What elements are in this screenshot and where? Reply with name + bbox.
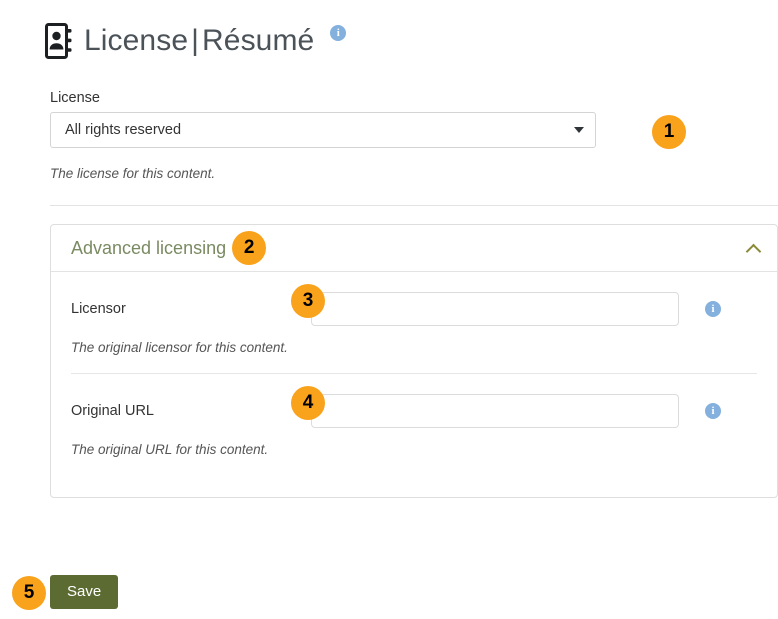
license-select-wrapper: All rights reserved <box>50 112 596 148</box>
original-url-info-icon[interactable]: i <box>705 403 721 419</box>
page-header: License|Résumé i <box>44 2 346 80</box>
step-badge-2: 2 <box>232 231 266 265</box>
step-badge-3: 3 <box>291 284 325 318</box>
chevron-up-icon[interactable] <box>747 244 761 253</box>
page-title-separator: | <box>188 24 202 57</box>
advanced-licensing-body: Licensor 3 i The original licensor for t… <box>51 272 777 497</box>
licensor-input[interactable] <box>311 292 679 326</box>
advanced-licensing-toggle[interactable]: Advanced licensing 2 <box>51 225 777 272</box>
step-badge-5: 5 <box>12 576 46 610</box>
licensor-info-icon[interactable]: i <box>705 301 721 317</box>
license-label: License <box>50 90 778 106</box>
original-url-field-group: Original URL 4 i The original URL for th… <box>51 374 777 497</box>
license-select-row: All rights reserved 1 i <box>50 112 778 148</box>
page-title: License|Résumé <box>84 22 314 60</box>
original-url-row: Original URL 4 i <box>71 394 757 428</box>
step-badge-4: 4 <box>291 386 325 420</box>
licensor-field-group: Licensor 3 i The original licensor for t… <box>51 272 777 373</box>
step-badge-1: 1 <box>652 115 686 149</box>
advanced-licensing-panel: Advanced licensing 2 Licensor 3 i The or… <box>50 224 778 498</box>
original-url-label: Original URL <box>71 403 311 419</box>
page-title-main: License <box>84 24 188 57</box>
original-url-input[interactable] <box>311 394 679 428</box>
advanced-licensing-title: Advanced licensing <box>71 238 226 259</box>
licensor-label: Licensor <box>71 301 311 317</box>
original-url-help-text: The original URL for this content. <box>71 442 757 457</box>
page-title-secondary: Résumé <box>202 24 314 57</box>
license-field-group: License All rights reserved 1 i The lice… <box>50 90 778 181</box>
save-button[interactable]: Save <box>50 575 118 609</box>
header-info-icon[interactable]: i <box>330 25 346 41</box>
form-actions: 5 Save <box>50 575 118 609</box>
license-select[interactable]: All rights reserved <box>50 112 596 148</box>
license-help-text: The license for this content. <box>50 166 778 181</box>
section-divider <box>50 205 778 206</box>
address-book-icon <box>44 22 74 60</box>
licensor-row: Licensor 3 i <box>71 292 757 326</box>
licensor-help-text: The original licensor for this content. <box>71 340 757 355</box>
license-form: License All rights reserved 1 i The lice… <box>50 90 778 498</box>
